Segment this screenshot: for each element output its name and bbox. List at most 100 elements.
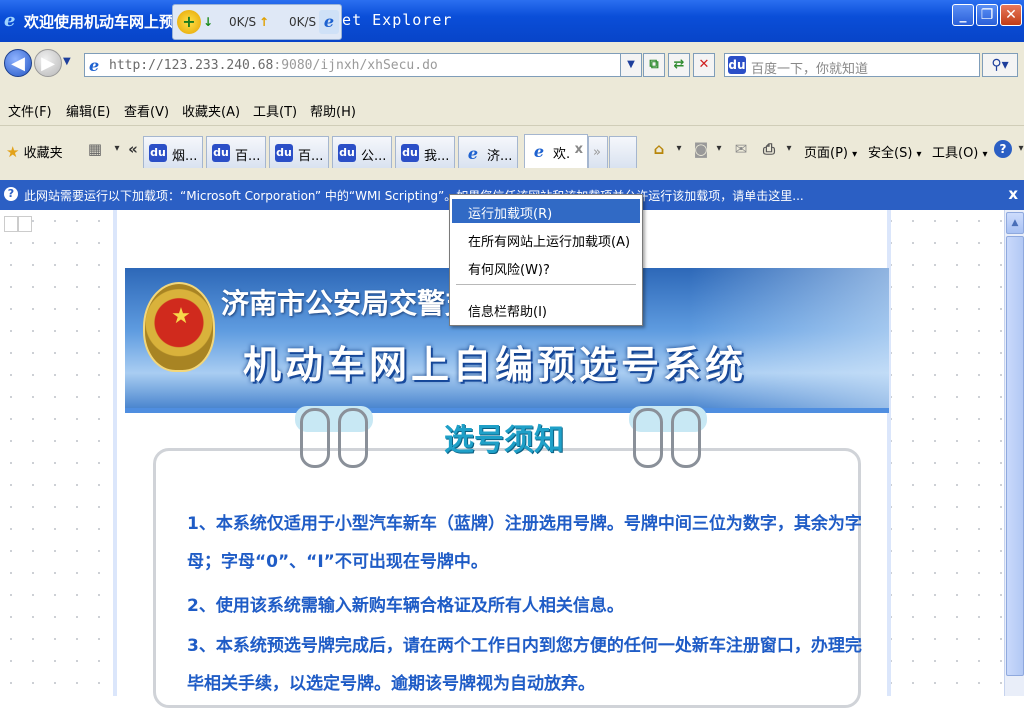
police-emblem-icon: ★ [143, 282, 215, 372]
refresh-icon[interactable]: ⇄ [668, 53, 690, 77]
menu-infobar-help[interactable]: 信息栏帮助(I) [452, 297, 640, 321]
search-button[interactable]: ⚲▾ [982, 53, 1018, 77]
info-bar-text: 此网站需要运行以下加载项：“Microsoft Corporation” 中的“… [24, 189, 804, 203]
chevron-down-icon: ▾ [982, 149, 988, 160]
safety-menu-label: 安全(S) [868, 146, 913, 161]
menu-run-addon[interactable]: 运行加载项(R) [452, 199, 640, 223]
page-menu-label: 页面(P) [804, 146, 848, 161]
upload-speed: 0K/S [289, 15, 317, 29]
baidu-icon: du [338, 144, 356, 162]
ie-icon: e [533, 142, 545, 161]
notice-line-3: 2、使用该系统需输入新购车辆合格证及所有人相关信息。 [187, 596, 624, 616]
binder-ring-icon [671, 408, 701, 468]
scroll-up-icon[interactable]: ▲ [1006, 212, 1024, 234]
binder-ring-icon [338, 408, 368, 468]
menu-help[interactable]: 帮助(H) [310, 101, 356, 120]
close-button[interactable]: ✕ [1000, 4, 1022, 26]
address-dropdown-button[interactable]: ▼ [620, 53, 642, 77]
infobar-context-menu: 运行加载项(R) 在所有网站上运行加载项(A) 有何风险(W)? 信息栏帮助(I… [449, 194, 643, 326]
tab-3[interactable]: du 百... [269, 136, 329, 168]
binder-ring-icon [633, 408, 663, 468]
tools-menu-label: 工具(O) [932, 146, 979, 161]
ie-logo-icon: e [4, 10, 16, 31]
tab-label: 百... [235, 149, 261, 164]
print-icon[interactable]: ⎙ [758, 138, 780, 160]
menu-tools[interactable]: 工具(T) [253, 101, 297, 120]
history-dropdown-icon[interactable]: ▼ [63, 56, 71, 67]
search-placeholder: 百度一下，你就知道 [751, 62, 869, 77]
scroll-thumb[interactable] [1006, 236, 1024, 676]
notice-line-2: 母；字母“0”、“I”不可出现在号牌中。 [187, 552, 488, 572]
restore-button[interactable]: ❐ [976, 4, 998, 26]
menu-separator [456, 284, 636, 285]
tools-menu[interactable]: 工具(O) ▾ [932, 142, 988, 161]
url-host: http://123.233.240.68 [109, 58, 274, 73]
quick-tabs-icon[interactable]: ▦ [84, 138, 106, 160]
new-tab-button[interactable] [609, 136, 637, 168]
forward-button[interactable]: ▶ [34, 49, 62, 77]
menu-file[interactable]: 文件(F) [8, 101, 52, 120]
broken-image-icon [18, 216, 32, 232]
baidu-icon: du [275, 144, 293, 162]
notice-line-5: 毕相关手续，以选定号牌。逾期该号牌视为自动放弃。 [187, 674, 595, 694]
menu-edit[interactable]: 编辑(E) [66, 101, 110, 120]
download-monitor[interactable]: + ↓ 0K/S ↑ 0K/S e [172, 4, 342, 40]
scroll-tabs-left-icon[interactable]: « [122, 138, 144, 160]
ie-icon: e [319, 10, 339, 34]
favorites-button[interactable]: ★ 收藏夹 [6, 142, 63, 161]
plus-icon: + [177, 10, 201, 34]
compatibility-view-icon[interactable]: ⧉ [643, 53, 665, 77]
banner-divider [125, 408, 889, 413]
menu-run-addon-all-sites[interactable]: 在所有网站上运行加载项(A) [452, 227, 640, 251]
home-dropdown-icon[interactable]: ▾ [668, 138, 690, 160]
chevron-down-icon: ▾ [916, 149, 922, 160]
help-dropdown-icon[interactable]: ▾ [1010, 138, 1024, 160]
menu-bar: 文件(F) 编辑(E) 查看(V) 收藏夹(A) 工具(T) 帮助(H) [0, 92, 1024, 126]
address-toolbar: ◀ ▶ ▼ e http://123.233.240.68:9080/ijnxh… [0, 42, 1024, 92]
minimize-button[interactable]: _ [952, 4, 974, 26]
home-icon[interactable]: ⌂ [648, 138, 670, 160]
read-mail-icon[interactable]: ✉ [730, 138, 752, 160]
banner-system-name: 机动车网上自编预选号系统 [243, 343, 748, 387]
menu-favorites[interactable]: 收藏夹(A) [182, 101, 240, 120]
download-speed: 0K/S [229, 15, 257, 29]
baidu-paw-icon: du [728, 56, 746, 74]
address-input[interactable]: e http://123.233.240.68:9080/ijnxh/xhSec… [84, 53, 638, 77]
close-tab-icon[interactable]: x [575, 142, 583, 157]
search-input[interactable]: du 百度一下，你就知道 [724, 53, 980, 77]
stop-icon[interactable]: ✕ [693, 53, 715, 77]
print-dropdown-icon[interactable]: ▾ [778, 138, 800, 160]
menu-what-risk[interactable]: 有何风险(W)? [452, 255, 640, 279]
notice-title: 选号须知 [444, 423, 564, 458]
tab-2[interactable]: du 百... [206, 136, 266, 168]
close-infobar-icon[interactable]: x [1008, 185, 1018, 203]
favorites-label: 收藏夹 [23, 146, 63, 161]
tab-label: 百... [298, 149, 324, 164]
question-icon: ? [4, 187, 18, 201]
title-bar: e 欢迎使用机动车网上预选 rnet Explorer + ↓ 0K/S ↑ 0… [0, 0, 1024, 42]
ie-icon: e [467, 144, 479, 163]
down-arrow-icon: ↓ [203, 15, 214, 29]
tab-5[interactable]: du 我... [395, 136, 455, 168]
tab-4[interactable]: du 公... [332, 136, 392, 168]
star-icon: ★ [6, 143, 20, 161]
tab-label: 欢. [553, 147, 571, 162]
back-button[interactable]: ◀ [4, 49, 32, 77]
baidu-icon: du [149, 144, 167, 162]
feeds-dropdown-icon[interactable]: ▾ [708, 138, 730, 160]
safety-menu[interactable]: 安全(S) ▾ [868, 142, 922, 161]
tab-active[interactable]: e 欢. x [524, 134, 588, 168]
notice-line-1: 1、本系统仅适用于小型汽车新车（蓝牌）注册选用号牌。号牌中间三位为数字，其余为字 [187, 514, 862, 534]
baidu-icon: du [401, 144, 419, 162]
vertical-scrollbar[interactable]: ▲ [1004, 210, 1024, 696]
menu-view[interactable]: 查看(V) [124, 101, 169, 120]
scroll-tabs-right-icon[interactable]: » [588, 136, 608, 168]
notice-line-4: 3、本系统预选号牌完成后，请在两个工作日内到您方便的任何一处新车注册窗口，办理完 [187, 636, 862, 656]
tab-1[interactable]: du 烟... [143, 136, 203, 168]
page-menu[interactable]: 页面(P) ▾ [804, 142, 857, 161]
tab-label: 济... [487, 149, 513, 164]
tab-6[interactable]: e 济... [458, 136, 518, 168]
ie-page-icon: e [89, 56, 100, 75]
tab-label: 公... [361, 149, 387, 164]
binder-ring-icon [300, 408, 330, 468]
